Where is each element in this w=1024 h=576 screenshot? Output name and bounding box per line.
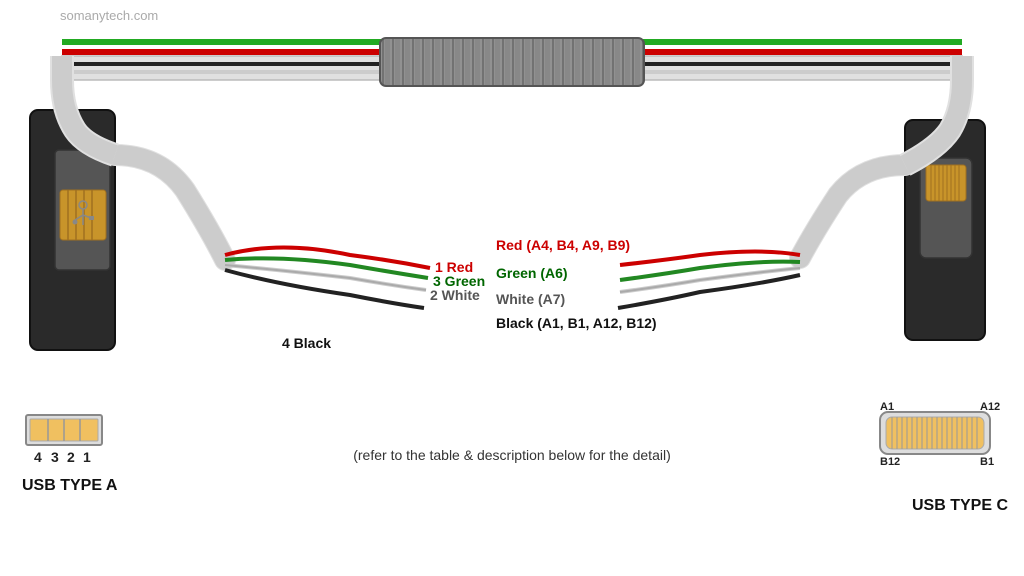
wiring-diagram-svg: ⇅ 1 Red 3 Green 2 White [0,0,1024,576]
left-label-black: 4 Black [282,335,331,351]
usbc-b12: B12 [880,456,900,468]
usbc-a1: A1 [880,401,894,413]
right-label-red: Red (A4, B4, A9, B9) [496,237,630,253]
usb-type-a-label: USB TYPE A [22,477,118,494]
usba-pin4: 4 [34,449,42,465]
usb-type-c-label: USB TYPE C [912,497,1008,514]
usbc-b1: B1 [980,456,994,468]
usba-pin2: 2 [67,449,75,465]
usbc-a12: A12 [980,401,1000,413]
main-diagram: somanytech.com ⇅ [0,0,1024,576]
left-label-white: 2 White [430,287,480,303]
right-label-black: Black (A1, B1, A12, B12) [496,315,657,331]
usba-pin1: 1 [83,449,91,465]
caption-text: (refer to the table & description below … [353,447,671,463]
usba-pin3: 3 [51,449,59,465]
right-label-green: Green (A6) [496,265,568,281]
right-label-white: White (A7) [496,291,565,307]
